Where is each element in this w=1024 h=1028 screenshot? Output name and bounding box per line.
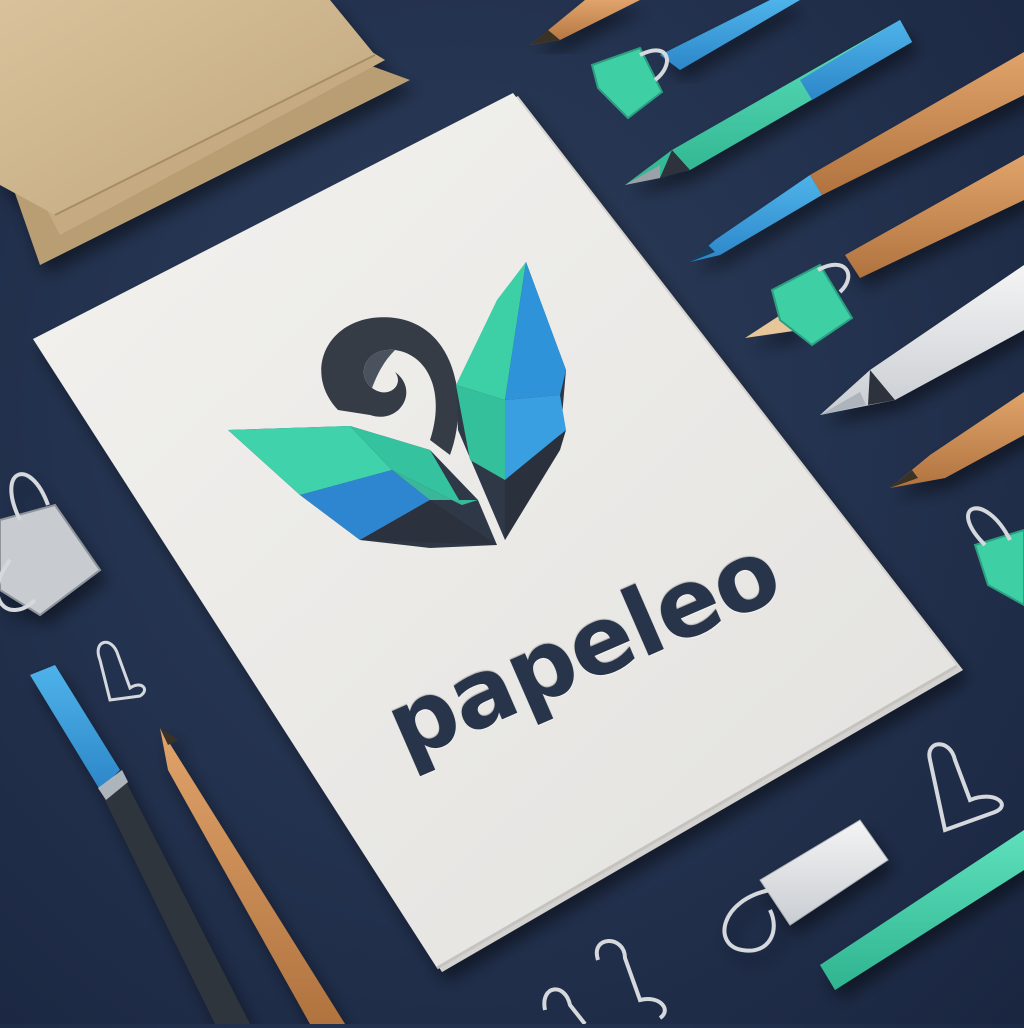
pen-white xyxy=(820,265,1024,415)
binder-clip-icon xyxy=(590,46,669,120)
eraser-icon xyxy=(722,819,889,953)
pencil-top xyxy=(530,0,640,45)
binder-clip-right-edge xyxy=(966,506,1024,607)
pen-blue-top xyxy=(660,0,800,70)
binder-clip-small xyxy=(96,641,146,702)
pencil-short-right xyxy=(890,392,1024,488)
binder-clip-bottom-right xyxy=(927,742,1004,833)
scene-illustration xyxy=(0,0,1024,1026)
desk-scene: papeleo xyxy=(0,0,1024,1026)
binder-clip-green-right xyxy=(770,262,854,347)
paper-sheet xyxy=(33,93,963,972)
binder-clip-silver-left xyxy=(0,472,102,617)
pencil-icon xyxy=(690,52,1024,262)
binder-clip-bottom-center xyxy=(542,939,667,1026)
